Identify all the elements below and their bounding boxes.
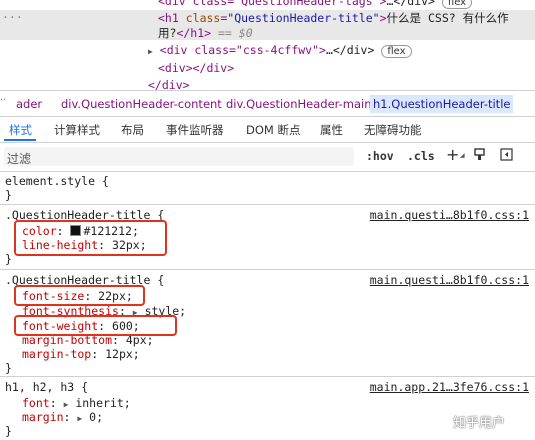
filter-input[interactable]: 过滤 <box>4 147 354 166</box>
prop-name: margin-top <box>22 347 92 361</box>
new-rule-button[interactable]: + <box>446 145 459 164</box>
rule-close-brace: } <box>5 424 12 438</box>
expand-triangle-icon[interactable]: ▶ <box>77 414 82 423</box>
tab-styles[interactable]: 样式 <box>9 122 32 138</box>
filter-placeholder: 过滤 <box>7 152 32 166</box>
prop-value: 0; <box>89 410 104 424</box>
rule-close-brace: } <box>5 188 12 202</box>
dollar-zero-ref: == $0 <box>218 26 253 40</box>
h1-text-content-2: 用? <box>158 26 177 40</box>
annotation-highlight-box <box>14 285 145 306</box>
flex-badge[interactable]: flex <box>441 0 473 9</box>
dom-node-css-4cffwv[interactable]: ▶ <div class="css-4cffwv">…</div> flex <box>148 43 412 58</box>
rule-questionheader-title-1[interactable]: .QuestionHeader-title { main.questi…8b1f… <box>0 205 535 270</box>
breadcrumb-item-title[interactable]: h1.QuestionHeader-title <box>370 95 514 113</box>
sidebar-tabs: 样式 计算样式 布局 事件监听器 DOM 断点 属性 无障碍功能 <box>0 116 535 143</box>
prop-value: 12px; <box>105 347 140 361</box>
prop-value: inherit; <box>75 396 131 410</box>
annotation-highlight-box <box>14 315 177 336</box>
tab-dom-breakpoints[interactable]: DOM 断点 <box>246 122 300 138</box>
dom-node-empty-div[interactable]: <div></div> <box>158 61 234 75</box>
tab-properties[interactable]: 属性 <box>320 122 343 138</box>
breadcrumb: ·· ader div.QuestionHeader-content div.Q… <box>0 90 535 117</box>
rule-element-style[interactable]: element.style { } <box>0 172 535 205</box>
new-rule-dropdown-icon[interactable]: ◢ <box>460 152 465 159</box>
expand-triangle-icon[interactable]: ▶ <box>148 47 153 56</box>
dom-node-tag: <div class="QuestionHeader-tags"> <box>158 0 387 8</box>
rule-questionheader-title-2[interactable]: .QuestionHeader-title { main.questi…8b1f… <box>0 270 535 377</box>
tab-computed[interactable]: 计算样式 <box>54 122 100 138</box>
declaration-font[interactable]: font: ▶ inherit; <box>22 396 131 410</box>
tab-event-listeners[interactable]: 事件监听器 <box>166 122 224 138</box>
h1-open-tag: <h1 <box>158 11 179 25</box>
breadcrumb-item-content[interactable]: div.QuestionHeader-content <box>61 97 222 111</box>
tab-accessibility[interactable]: 无障碍功能 <box>364 122 422 138</box>
styles-toolbar: 过滤 :hov .cls + ◢ <box>0 143 535 172</box>
breadcrumb-item-main[interactable]: div.QuestionHeader-main <box>226 97 372 111</box>
h1-close-tag: </h1> <box>176 26 212 40</box>
expand-triangle-icon[interactable]: ▶ <box>64 400 69 409</box>
selected-node-marker: ··· <box>2 10 23 24</box>
toggle-sidebar-icon[interactable] <box>500 148 513 161</box>
watermark-text: 知乎用户 <box>453 416 506 431</box>
rule-source-link[interactable]: main.app.21…3fe76.css:1 <box>370 380 529 394</box>
rule-source-link[interactable]: main.questi…8b1f0.css:1 <box>370 273 529 287</box>
paint-brush-icon[interactable] <box>473 148 486 161</box>
declaration-margin-top[interactable]: margin-top: 12px; <box>22 347 140 361</box>
h1-text-content: 什么是 CSS? 有什么作 <box>386 11 509 25</box>
dom-node-close-div[interactable]: </div> <box>148 78 190 90</box>
annotation-highlight-box <box>14 220 167 256</box>
h1-attr-name: class <box>185 11 221 25</box>
active-tab-indicator <box>4 139 36 141</box>
dom-node-tag: <div class="css-4cffwv"> <box>159 43 326 57</box>
tab-layout[interactable]: 布局 <box>121 122 144 138</box>
dom-tree-panel: <div class="QuestionHeader-tags">…</div>… <box>0 0 535 90</box>
prop-name: font <box>22 396 50 410</box>
dom-node-rest: …</div> <box>325 43 375 57</box>
dom-node-selected-h1[interactable]: ··· <h1 class="QuestionHeader-title">什么是… <box>0 10 535 40</box>
dom-node-rest: …</div> <box>386 0 435 8</box>
rule-close-brace: } <box>5 252 12 266</box>
dom-node-question-tags[interactable]: <div class="QuestionHeader-tags">…</div>… <box>158 0 473 9</box>
breadcrumb-item-header[interactable]: ader <box>16 97 42 111</box>
hov-toggle[interactable]: :hov <box>366 149 394 163</box>
rule-close-brace: } <box>5 361 12 375</box>
h1-gt: > <box>379 11 387 25</box>
rule-selector: h1, h2, h3 { <box>5 380 89 394</box>
prop-name: margin <box>22 410 64 424</box>
flex-badge[interactable]: flex <box>381 45 412 58</box>
h1-attr-value: "QuestionHeader-title" <box>227 11 380 25</box>
more-dots-icon[interactable]: ·· <box>0 95 6 106</box>
rule-selector: element.style { <box>5 174 109 188</box>
cls-toggle[interactable]: .cls <box>407 149 435 163</box>
rule-source-link[interactable]: main.questi…8b1f0.css:1 <box>370 208 529 222</box>
declaration-margin[interactable]: margin: ▶ 0; <box>22 410 103 424</box>
